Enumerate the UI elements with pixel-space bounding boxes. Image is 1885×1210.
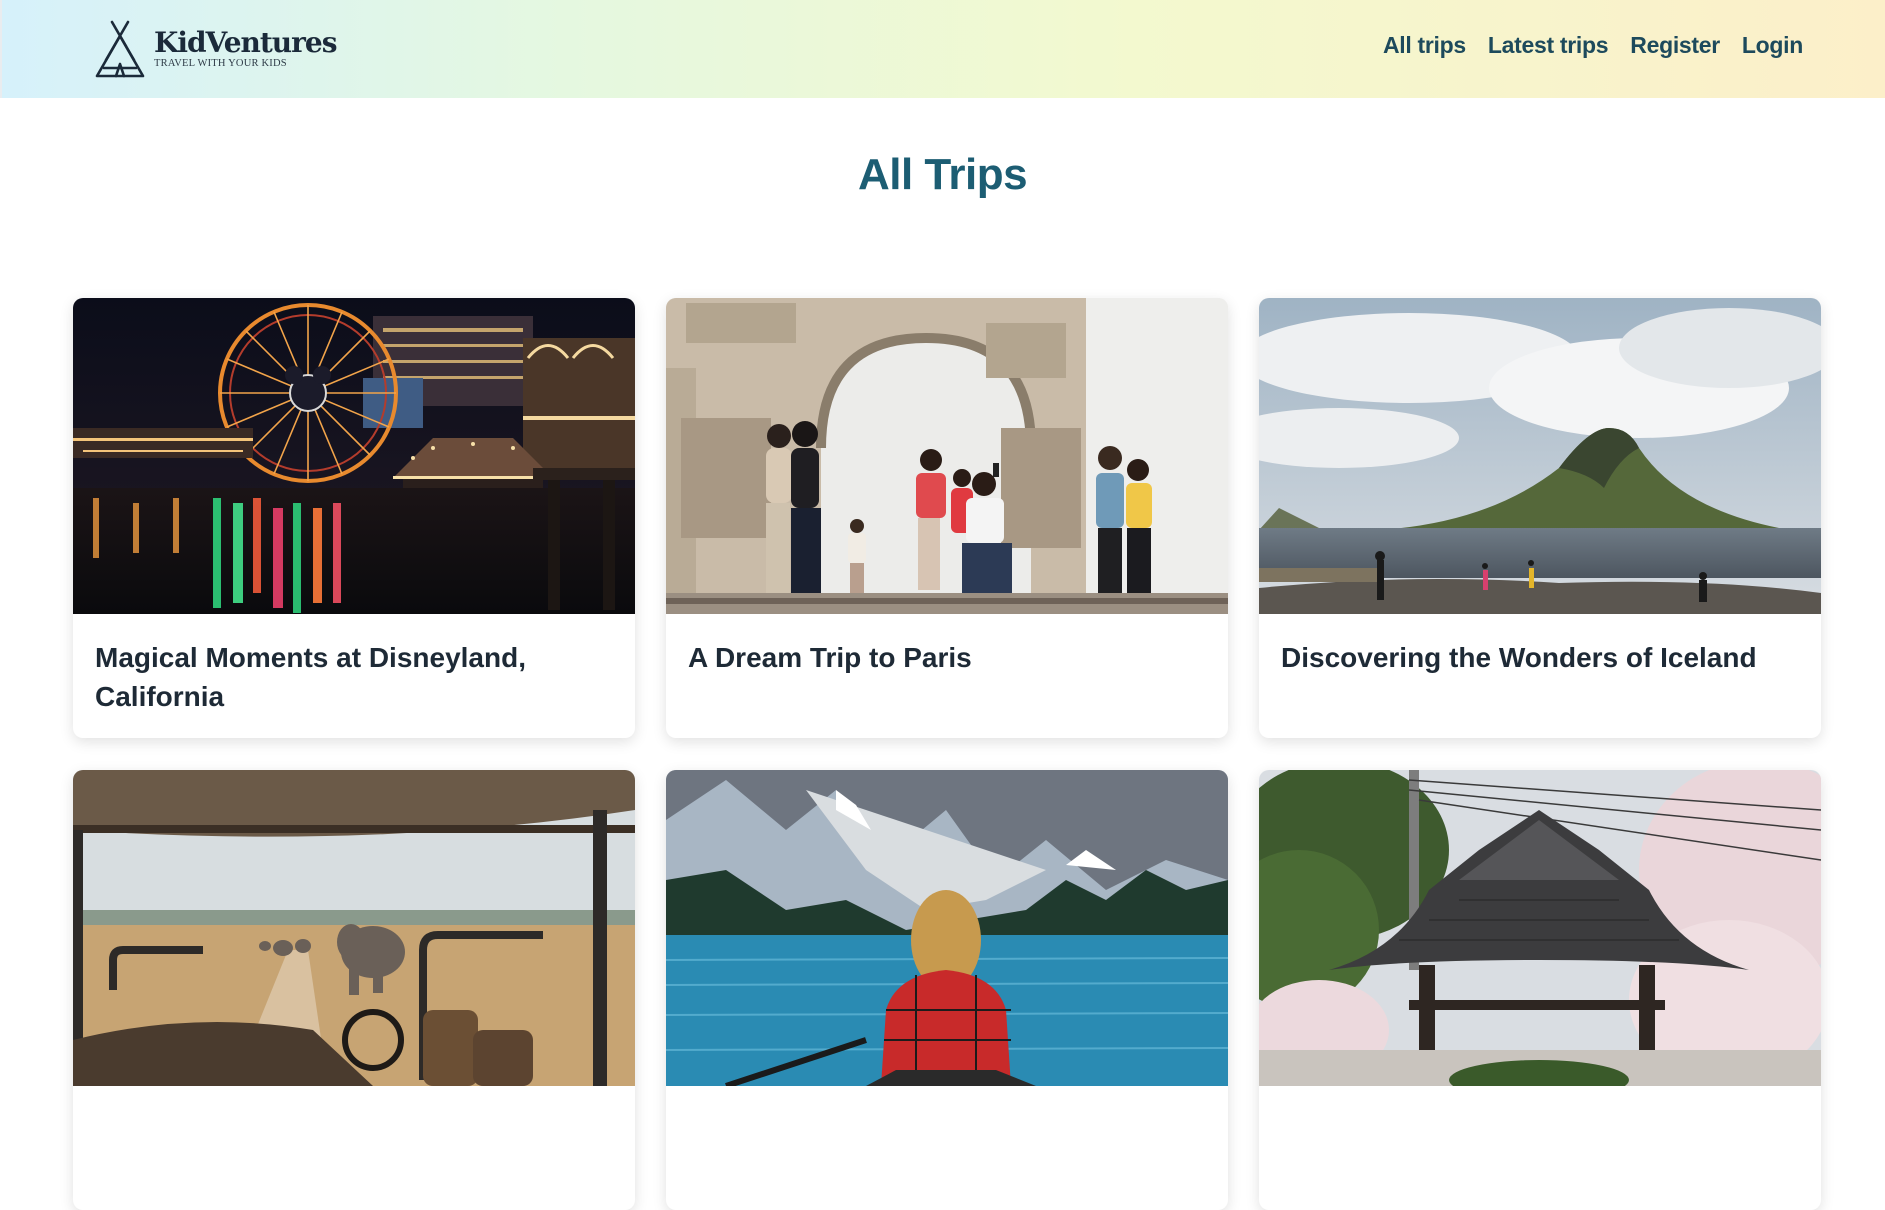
trip-title[interactable] [1259, 1086, 1821, 1134]
brand-logo[interactable]: KidVentures TRAVEL WITH YOUR KIDS [94, 18, 337, 80]
nav-all-trips[interactable]: All trips [1383, 32, 1466, 59]
brand-text: KidVentures TRAVEL WITH YOUR KIDS [154, 28, 337, 70]
trip-image[interactable] [73, 298, 635, 614]
nav-latest-trips[interactable]: Latest trips [1488, 32, 1609, 59]
nav-register[interactable]: Register [1630, 32, 1720, 59]
trip-image[interactable] [1259, 770, 1821, 1086]
trip-card[interactable]: Magical Moments at Disneyland, Californi… [73, 298, 635, 738]
site-header: KidVentures TRAVEL WITH YOUR KIDS All tr… [0, 0, 1885, 98]
nav-login[interactable]: Login [1742, 32, 1803, 59]
trip-card[interactable]: Discovering the Wonders of Iceland [1259, 298, 1821, 738]
trip-title[interactable]: Magical Moments at Disneyland, Californi… [73, 614, 635, 738]
trip-image[interactable] [666, 298, 1228, 614]
trip-card[interactable] [73, 770, 635, 1210]
trip-title[interactable]: Discovering the Wonders of Iceland [1259, 614, 1821, 701]
trip-image[interactable] [73, 770, 635, 1086]
main-nav: All trips Latest trips Register Login [1383, 32, 1803, 59]
trip-title[interactable]: A Dream Trip to Paris [666, 614, 1228, 701]
trip-title[interactable] [73, 1086, 635, 1134]
trip-card[interactable] [666, 770, 1228, 1210]
trip-card[interactable] [1259, 770, 1821, 1210]
teepee-icon [95, 20, 145, 78]
trip-image[interactable] [666, 770, 1228, 1086]
page-title: All Trips [857, 150, 1028, 199]
brand-tagline: TRAVEL WITH YOUR KIDS [154, 58, 287, 69]
trip-image[interactable] [1259, 298, 1821, 614]
trip-title[interactable] [666, 1086, 1228, 1134]
trip-card[interactable]: A Dream Trip to Paris [666, 298, 1228, 738]
brand-name: KidVentures [154, 26, 337, 59]
